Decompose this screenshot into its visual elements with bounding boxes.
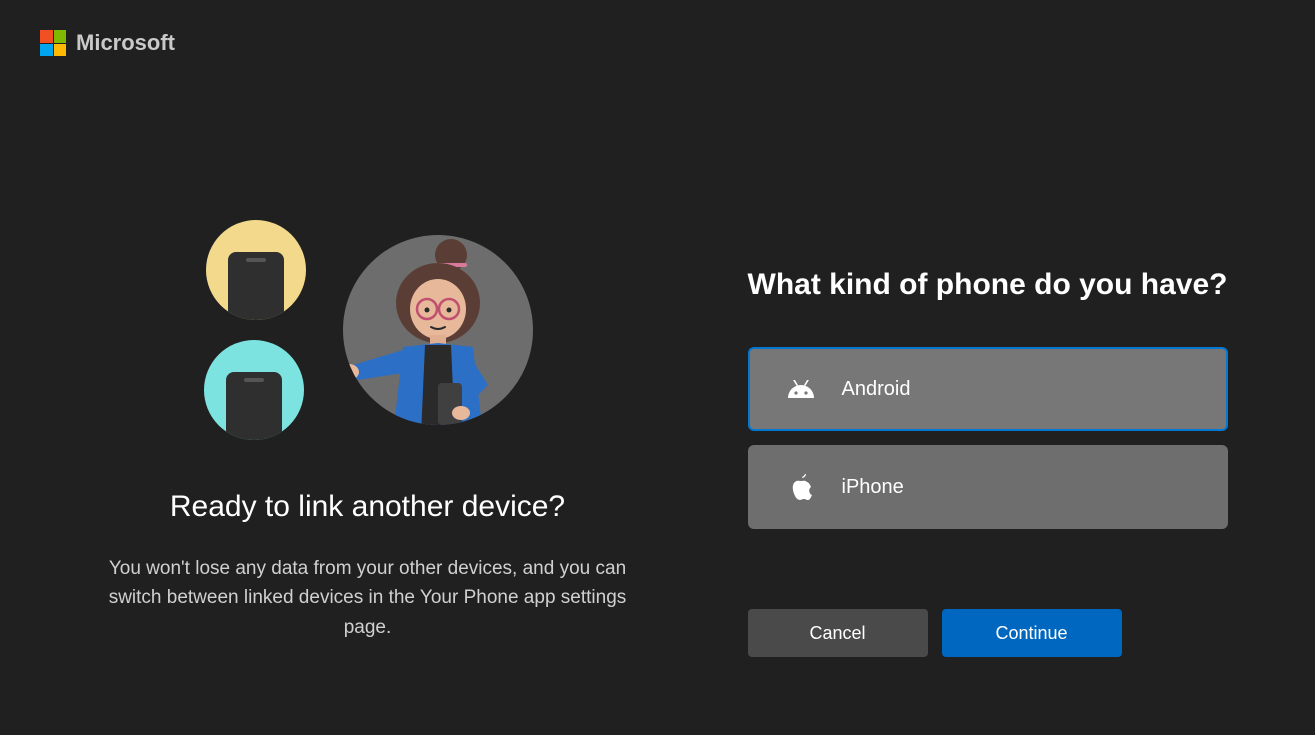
left-title: Ready to link another device? <box>170 490 565 524</box>
microsoft-logo-icon <box>40 30 66 56</box>
right-panel: What kind of phone do you have? Android <box>748 200 1228 657</box>
left-description: You won't lose any data from your other … <box>98 554 638 642</box>
android-icon <box>788 376 814 402</box>
brand-text: Microsoft <box>76 30 175 56</box>
option-android-label: Android <box>842 378 911 401</box>
option-android[interactable]: Android <box>748 347 1228 431</box>
apple-icon <box>788 474 814 500</box>
person-circle <box>343 235 533 425</box>
continue-button[interactable]: Continue <box>942 609 1122 657</box>
option-iphone[interactable]: iPhone <box>748 445 1228 529</box>
phone-circle-yellow <box>206 220 306 320</box>
header: Microsoft <box>40 30 175 56</box>
phone-circle-cyan <box>204 340 304 440</box>
button-row: Cancel Continue <box>748 609 1228 657</box>
option-iphone-label: iPhone <box>842 476 904 499</box>
person-illustration-icon <box>343 235 533 425</box>
illustration <box>178 200 558 460</box>
left-panel: Ready to link another device? You won't … <box>88 200 648 657</box>
right-title: What kind of phone do you have? <box>748 268 1228 302</box>
cancel-button[interactable]: Cancel <box>748 609 928 657</box>
